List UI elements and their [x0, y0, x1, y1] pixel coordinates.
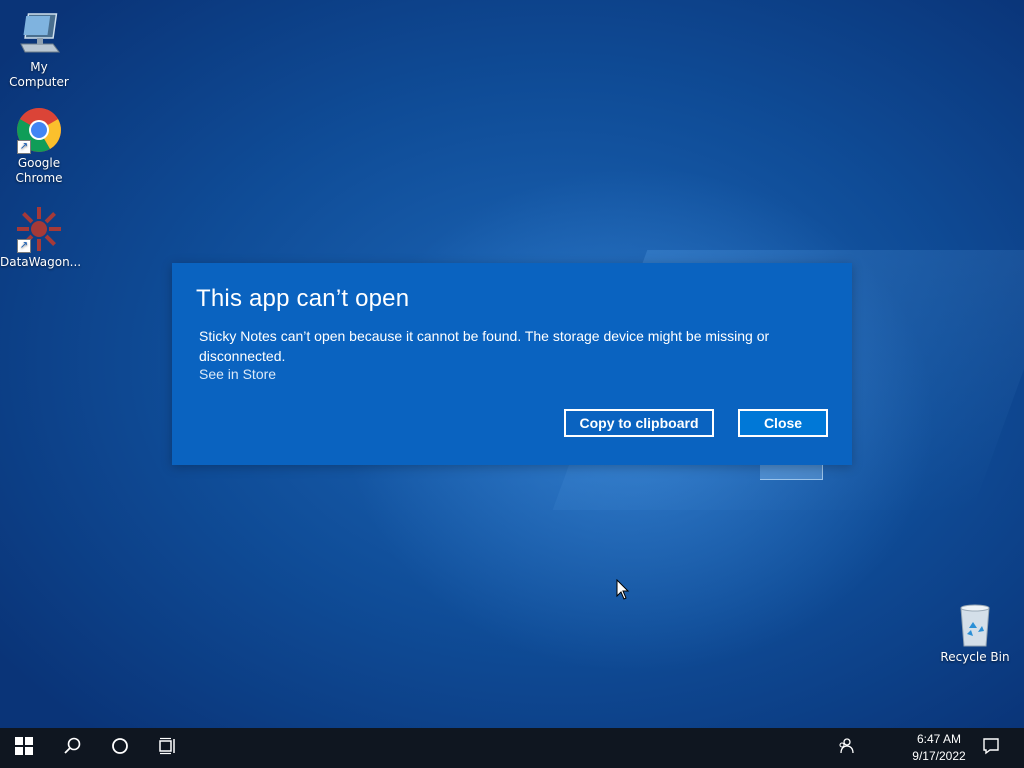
cortana-button[interactable] — [96, 728, 144, 768]
task-view-icon — [158, 737, 178, 759]
mouse-cursor-icon — [616, 578, 630, 601]
recycle-bin-icon — [951, 600, 999, 648]
people-button[interactable] — [822, 728, 870, 768]
copy-to-clipboard-button[interactable]: Copy to clipboard — [564, 409, 714, 437]
people-icon — [837, 737, 855, 759]
search-button[interactable] — [48, 728, 96, 768]
dialog-message: Sticky Notes can’t open because it canno… — [199, 328, 770, 364]
shortcut-arrow-icon: ↗ — [17, 239, 31, 253]
desktop-icon-google-chrome[interactable]: ↗ Google Chrome — [0, 106, 78, 186]
notification-icon — [982, 737, 1000, 759]
shortcut-arrow-icon: ↗ — [17, 140, 31, 154]
cortana-icon — [111, 737, 129, 759]
desktop: My Computer ↗ Google Chrome ↗ DataWagon.… — [0, 0, 1024, 768]
close-button[interactable]: Close — [738, 409, 828, 437]
computer-icon — [15, 10, 63, 58]
search-icon — [63, 737, 81, 759]
chrome-icon: ↗ — [15, 106, 63, 154]
desktop-icon-label: Recycle Bin — [940, 650, 1010, 664]
task-view-button[interactable] — [144, 728, 192, 768]
dialog-title: This app can’t open — [196, 285, 410, 312]
desktop-icon-datawagon[interactable]: ↗ DataWagon... — [0, 205, 82, 270]
desktop-icon-my-computer[interactable]: My Computer — [0, 10, 78, 90]
desktop-icon-recycle-bin[interactable]: Recycle Bin — [936, 600, 1014, 665]
desktop-icon-label: DataWagon... — [0, 255, 82, 269]
action-center-button[interactable] — [968, 728, 1014, 768]
app-error-dialog: This app can’t open Sticky Notes can’t o… — [172, 263, 852, 465]
see-in-store-link[interactable]: See in Store — [199, 366, 276, 382]
taskbar: 6:47 AM 9/17/2022 — [0, 728, 1024, 768]
desktop-icon-label: Google Chrome — [15, 156, 63, 185]
datawagon-icon: ↗ — [15, 205, 63, 253]
desktop-icon-label: My Computer — [9, 60, 69, 89]
start-button[interactable] — [0, 728, 48, 768]
dialog-shadow-tab — [760, 463, 823, 480]
windows-start-icon — [15, 737, 33, 759]
